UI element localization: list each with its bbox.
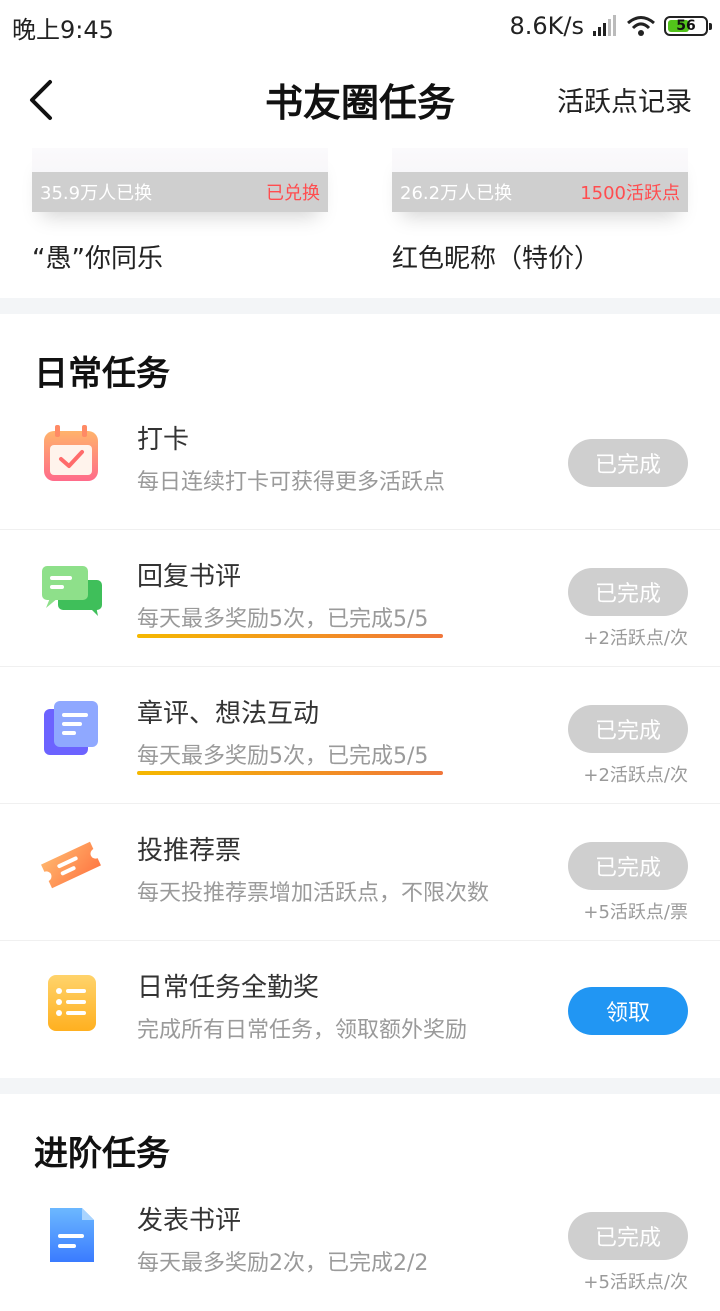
list-icon <box>38 969 104 1035</box>
signal-icon <box>593 15 616 36</box>
reward-status: 已兑换 <box>266 183 320 204</box>
battery-icon: 56 <box>664 16 712 36</box>
task-completed-button[interactable]: 已完成 <box>568 705 688 753</box>
reward-info-strip: 35.9万人已换 已兑换 <box>32 172 328 212</box>
task-reward-label: +5活跃点/票 <box>583 902 688 923</box>
task-title: 发表书评 <box>137 1206 242 1236</box>
task-title: 投推荐票 <box>137 836 242 866</box>
wifi-icon <box>627 16 655 36</box>
task-completed-button[interactable]: 已完成 <box>568 842 688 890</box>
task-description: 完成所有日常任务，领取额外奖励 <box>137 1018 468 1043</box>
task-reward-label: +2活跃点/次 <box>583 765 688 786</box>
reward-exchange-count: 26.2万人已换 <box>400 183 513 204</box>
task-reward-label: +5活跃点/次 <box>583 1272 688 1293</box>
reward-name: “愚”你同乐 <box>32 244 163 274</box>
status-bar: 晚上9:45 8.6K/s 56 <box>0 0 720 52</box>
notes-stack-icon <box>38 695 104 761</box>
chat-bubbles-icon <box>38 558 104 624</box>
network-speed: 8.6K/s <box>509 12 585 40</box>
status-time: 晚上9:45 <box>12 16 114 44</box>
task-title: 回复书评 <box>137 562 242 592</box>
task-completed-button[interactable]: 已完成 <box>568 1212 688 1260</box>
document-icon <box>38 1202 104 1268</box>
task-title: 打卡 <box>137 425 190 455</box>
task-description: 每天最多奖励5次，已完成5/5 <box>137 607 429 632</box>
reward-card[interactable]: 35.9万人已换 已兑换 “愚”你同乐 <box>32 148 328 275</box>
progress-underline <box>137 771 443 775</box>
task-reward-label: +2活跃点/次 <box>583 628 688 649</box>
task-description: 每天投推荐票增加活跃点，不限次数 <box>137 881 490 906</box>
calendar-check-icon <box>38 421 104 487</box>
reward-exchange-row: 35.9万人已换 已兑换 “愚”你同乐 26.2万人已换 1500活跃点 红色昵… <box>0 148 720 298</box>
ticket-icon <box>38 832 104 898</box>
reward-exchange-count: 35.9万人已换 <box>40 183 153 204</box>
section-title-daily: 日常任务 <box>34 354 170 394</box>
section-title-advanced: 进阶任务 <box>34 1134 170 1174</box>
status-right-group: 8.6K/s 56 <box>509 10 712 42</box>
reward-thumbnail: 35.9万人已换 已兑换 <box>32 148 328 212</box>
section-divider <box>0 298 720 314</box>
task-row-chapter-comment: 章评、想法互动 每天最多奖励5次，已完成5/5 已完成 +2活跃点/次 <box>0 667 720 804</box>
task-row-publish-review: 发表书评 每天最多奖励2次，已完成2/2 已完成 +5活跃点/次 <box>0 1174 720 1311</box>
navigation-header: 书友圈任务 活跃点记录 <box>0 52 720 148</box>
reward-thumbnail: 26.2万人已换 1500活跃点 <box>392 148 688 212</box>
task-description: 每日连续打卡可获得更多活跃点 <box>137 470 446 495</box>
task-completed-button[interactable]: 已完成 <box>568 568 688 616</box>
task-title: 章评、想法互动 <box>137 699 320 729</box>
reward-card[interactable]: 26.2万人已换 1500活跃点 红色昵称（特价） <box>392 148 688 275</box>
task-description: 每天最多奖励2次，已完成2/2 <box>137 1251 429 1276</box>
activity-record-link[interactable]: 活跃点记录 <box>557 80 692 119</box>
section-divider <box>0 1078 720 1094</box>
reward-name: 红色昵称（特价） <box>392 244 601 274</box>
task-title: 日常任务全勤奖 <box>137 973 320 1003</box>
reward-price: 1500活跃点 <box>580 183 680 204</box>
claim-button[interactable]: 领取 <box>568 987 688 1035</box>
task-description: 每天最多奖励5次，已完成5/5 <box>137 744 429 769</box>
task-row-full-attendance: 日常任务全勤奖 完成所有日常任务，领取额外奖励 领取 <box>0 941 720 1078</box>
reward-info-strip: 26.2万人已换 1500活跃点 <box>392 172 688 212</box>
task-completed-button[interactable]: 已完成 <box>568 439 688 487</box>
progress-underline <box>137 634 443 638</box>
battery-percent: 56 <box>676 18 696 34</box>
task-row-checkin: 打卡 每日连续打卡可获得更多活跃点 已完成 <box>0 393 720 530</box>
task-row-reply-review: 回复书评 每天最多奖励5次，已完成5/5 已完成 +2活跃点/次 <box>0 530 720 667</box>
task-row-vote: 投推荐票 每天投推荐票增加活跃点，不限次数 已完成 +5活跃点/票 <box>0 804 720 941</box>
